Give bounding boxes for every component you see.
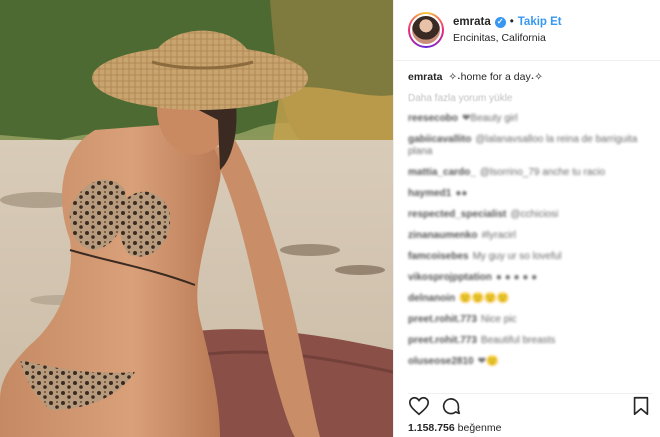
comment-username[interactable]: zinanaumenko bbox=[408, 230, 477, 241]
comment-text: #lyracirl bbox=[481, 230, 516, 241]
comment-username[interactable]: oluseose2810 bbox=[408, 356, 474, 367]
avatar[interactable] bbox=[408, 12, 444, 48]
verified-badge-icon: ✓ bbox=[494, 16, 506, 28]
comment-row: zinanaumenko #lyracirl bbox=[408, 230, 646, 242]
action-bar bbox=[408, 393, 652, 418]
comment-text: Beautiful breasts bbox=[480, 335, 556, 346]
comment-text: ❤🙂 bbox=[477, 356, 499, 367]
comment-username[interactable]: respected_specialist bbox=[408, 209, 506, 220]
heart-icon[interactable] bbox=[408, 395, 430, 417]
comment-username[interactable]: famcoisebes bbox=[408, 251, 469, 262]
comment-row: gabiicavallito @lalanavsalloo la reina de… bbox=[408, 134, 646, 158]
comment-text: @cchiciosi bbox=[510, 209, 559, 220]
post-sidebar: emrata ✓ • Takip Et Encinitas, Californi… bbox=[393, 0, 660, 437]
comment-list: reesecobo ❤Beauty girl gabiicavallito @lala… bbox=[408, 113, 646, 368]
comment-username[interactable]: preet.rohit.773 bbox=[408, 335, 477, 346]
comment-row: respected_specialist @cchiciosi bbox=[408, 209, 646, 221]
avatar-image bbox=[410, 14, 442, 46]
caption-text: ✧˖home for a day˖✧ bbox=[448, 71, 544, 83]
comment-text: @lsorrino_79 anche tu racio bbox=[479, 167, 606, 178]
comment-row: famcoisebes My guy ur so loveful bbox=[408, 251, 646, 263]
comment-text: My guy ur so loveful bbox=[472, 251, 562, 262]
comment-text: ●● bbox=[455, 188, 468, 199]
post-header: emrata ✓ • Takip Et Encinitas, Californi… bbox=[394, 0, 660, 61]
comment-row: mattia_cardo_ @lsorrino_79 anche tu racio bbox=[408, 167, 646, 179]
comment-username[interactable]: reesecobo bbox=[408, 113, 458, 124]
comment-text: ● ● ● ● ● bbox=[495, 272, 538, 283]
header-text: emrata ✓ • Takip Et Encinitas, Californi… bbox=[453, 14, 562, 46]
username-link[interactable]: emrata bbox=[453, 14, 491, 30]
header-row: emrata ✓ • Takip Et bbox=[453, 14, 562, 30]
comment-username[interactable]: mattia_cardo_ bbox=[408, 167, 476, 178]
post-caption: emrata ✧˖home for a day˖✧ bbox=[408, 71, 646, 83]
load-more-comments-button[interactable]: Daha fazla yorum yükle bbox=[408, 93, 646, 104]
separator-dot: • bbox=[509, 16, 514, 28]
comment-username[interactable]: vikosprojpptation bbox=[408, 272, 492, 283]
caption-username[interactable]: emrata bbox=[408, 71, 442, 83]
comment-text: Nice pic bbox=[480, 314, 517, 325]
likes-number: 1.158.756 bbox=[408, 422, 455, 434]
post-photo[interactable] bbox=[0, 0, 393, 437]
bookmark-icon[interactable] bbox=[630, 395, 652, 417]
comment-row: vikosprojpptation ● ● ● ● ● bbox=[408, 272, 646, 284]
comment-row: delnanoin 🙂🙂🙂🙂 bbox=[408, 293, 646, 305]
comment-row: preet.rohit.773 Nice pic bbox=[408, 314, 646, 326]
comment-username[interactable]: delnanoin bbox=[408, 293, 455, 304]
comments-section: emrata ✧˖home for a day˖✧ Daha fazla yor… bbox=[394, 61, 660, 368]
follow-button[interactable]: Takip Et bbox=[518, 14, 562, 30]
comment-username[interactable]: preet.rohit.773 bbox=[408, 314, 477, 325]
likes-label: beğenme bbox=[457, 422, 502, 434]
comment-row: haymed1 ●● bbox=[408, 188, 646, 200]
comment-text: 🙂🙂🙂🙂 bbox=[459, 293, 510, 304]
comment-icon[interactable] bbox=[440, 395, 462, 417]
instagram-post: emrata ✓ • Takip Et Encinitas, Californi… bbox=[0, 0, 660, 437]
comment-row: reesecobo ❤Beauty girl bbox=[408, 113, 646, 125]
comment-row: oluseose2810 ❤🙂 bbox=[408, 356, 646, 368]
comment-row: preet.rohit.773 Beautiful breasts bbox=[408, 335, 646, 347]
likes-count[interactable]: 1.158.756 beğenme bbox=[408, 422, 501, 434]
location-link[interactable]: Encinitas, California bbox=[453, 30, 562, 46]
beach-photo-illustration bbox=[0, 0, 393, 437]
comment-username[interactable]: haymed1 bbox=[408, 188, 451, 199]
comment-username[interactable]: gabiicavallito bbox=[408, 134, 471, 145]
comment-text: ❤Beauty girl bbox=[462, 113, 518, 124]
